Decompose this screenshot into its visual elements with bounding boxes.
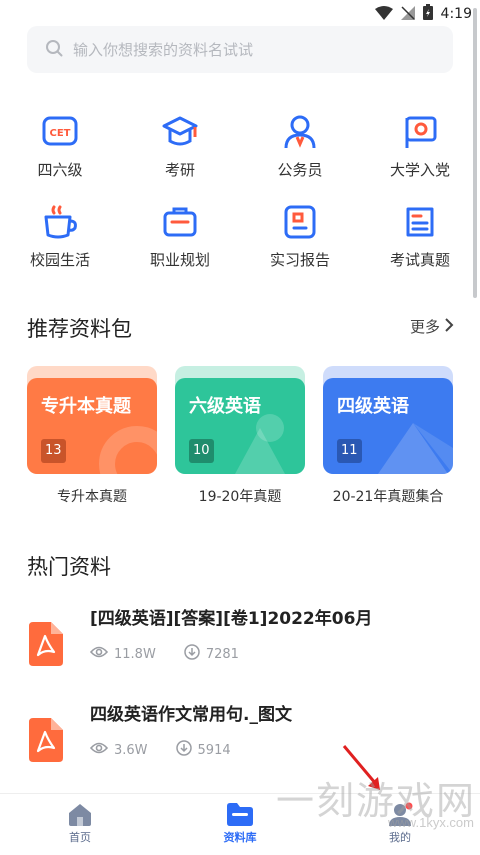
graduation-cap-icon — [120, 113, 240, 151]
hot-section-title: 热门资料 — [27, 555, 111, 579]
pack-title: 专升本真题 — [41, 396, 131, 417]
category-exam-papers[interactable]: 考试真题 — [360, 203, 480, 270]
coffee-cup-icon — [0, 203, 120, 241]
pack-folder: 六级英语 10 — [175, 366, 305, 476]
cet-icon: CET — [0, 113, 120, 151]
wifi-icon — [374, 5, 393, 24]
category-party[interactable]: 大学入党 — [360, 113, 480, 180]
folder-front: 六级英语 10 — [175, 378, 305, 474]
doc-title: 四级英语作文常用句._图文 — [90, 705, 292, 725]
list-item[interactable]: 四级英语作文常用句._图文 3.6W 5914 — [0, 700, 480, 780]
pack-label: 专升本真题 — [57, 489, 127, 505]
briefcase-icon — [120, 203, 240, 241]
pack-card[interactable]: 专升本真题 13 专升本真题 — [27, 366, 157, 506]
downloads-group: 7281 — [184, 644, 239, 664]
eye-icon — [89, 645, 109, 663]
party-flag-icon — [360, 113, 480, 151]
category-label: 校园生活 — [29, 251, 90, 269]
doc-title: [四级英语][答案][卷1]2022年06月 — [90, 609, 373, 629]
category-civil-servant[interactable]: 公务员 — [240, 113, 360, 180]
category-label: 考研 — [164, 161, 195, 179]
doc-meta: 3.6W 5914 — [89, 740, 259, 760]
pack-title: 六级英语 — [189, 396, 261, 417]
list-item[interactable]: [四级英语][答案][卷1]2022年06月 11.8W 7281 — [0, 604, 480, 684]
download-count: 7281 — [205, 646, 239, 662]
search-input[interactable]: 输入你想搜索的资料名试试 — [27, 26, 453, 73]
category-kaoyan[interactable]: 考研 — [120, 113, 240, 180]
pack-count-badge: 13 — [41, 439, 66, 463]
pack-folder: 专升本真题 13 — [27, 366, 157, 476]
chevron-right-icon — [444, 317, 454, 336]
search-icon — [45, 39, 63, 61]
category-label: 大学入党 — [389, 161, 450, 179]
category-cet[interactable]: CET 四六级 — [0, 113, 120, 180]
category-label: 四六级 — [37, 161, 83, 179]
download-icon — [184, 644, 200, 664]
battery-icon — [422, 4, 433, 24]
tab-home[interactable]: 首页 — [40, 802, 120, 845]
category-label: 职业规划 — [149, 251, 210, 269]
view-count: 11.8W — [114, 646, 156, 662]
no-signal-icon — [400, 5, 415, 24]
pack-card[interactable]: 四级英语 11 20-21年真题集合 — [323, 366, 453, 506]
pack-title: 四级英语 — [337, 396, 409, 417]
views-group: 11.8W — [89, 645, 156, 663]
status-bar: 4:19 — [0, 0, 480, 26]
download-icon — [175, 740, 192, 760]
downloads-group: 5914 — [175, 740, 231, 760]
folder-front: 专升本真题 13 — [27, 378, 157, 474]
pack-count-badge: 10 — [189, 439, 214, 463]
civil-servant-icon — [240, 113, 360, 151]
tab-label: 我的 — [389, 831, 411, 844]
pdf-icon — [27, 718, 63, 766]
folder-front: 四级英语 11 — [323, 378, 453, 474]
exam-paper-icon — [360, 203, 480, 241]
status-time: 4:19 — [440, 6, 472, 22]
view-count: 3.6W — [114, 742, 148, 758]
download-count: 5914 — [197, 742, 231, 758]
pack-label: 20-21年真题集合 — [332, 489, 444, 505]
category-label: 实习报告 — [269, 251, 330, 269]
scrollbar[interactable] — [473, 8, 477, 298]
category-internship-report[interactable]: 实习报告 — [240, 203, 360, 270]
tab-library[interactable]: 资料库 — [200, 802, 280, 845]
recommended-section-title: 推荐资料包 — [27, 317, 132, 341]
tab-label: 资料库 — [223, 831, 257, 844]
report-card-icon — [240, 203, 360, 241]
home-icon — [40, 802, 120, 826]
category-label: 考试真题 — [389, 251, 450, 269]
more-link[interactable]: 更多 — [410, 316, 454, 337]
pack-label: 19-20年真题 — [198, 489, 282, 505]
doc-meta: 11.8W 7281 — [89, 644, 267, 664]
category-label: 公务员 — [277, 161, 323, 179]
folder-icon — [200, 802, 280, 826]
watermark-url: www.1kyx.com — [388, 815, 474, 830]
more-label: 更多 — [409, 318, 440, 336]
pdf-icon — [27, 622, 63, 670]
category-campus-life[interactable]: 校园生活 — [0, 203, 120, 270]
tab-label: 首页 — [69, 831, 91, 844]
eye-icon — [89, 741, 109, 759]
svg-text:CET: CET — [50, 128, 71, 139]
pack-folder: 四级英语 11 — [323, 366, 453, 476]
views-group: 3.6W — [89, 741, 148, 759]
pack-card[interactable]: 六级英语 10 19-20年真题 — [175, 366, 305, 506]
category-career[interactable]: 职业规划 — [120, 203, 240, 270]
pack-count-badge: 11 — [337, 439, 362, 463]
search-placeholder: 输入你想搜索的资料名试试 — [73, 41, 254, 59]
